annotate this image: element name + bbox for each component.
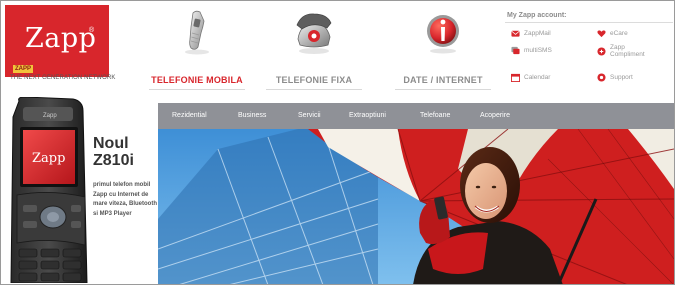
promo-title: Noul Z810i	[93, 135, 134, 169]
zapp-compliment-link[interactable]: Zapp Compliment	[597, 44, 656, 58]
nav-label: TELEFONIE FIXA	[275, 75, 353, 85]
nav-label: TELEFONIE MOBILA	[151, 75, 243, 85]
desk-phone-icon	[296, 13, 332, 54]
menu-item-business[interactable]: Business	[238, 112, 266, 119]
page-frame: Zapp ® ZAPP THE NEXT GENERATION NETWORK …	[0, 0, 675, 285]
hero-photo	[158, 129, 674, 284]
sms-icon	[511, 46, 520, 55]
logo-tagline: THE NEXT GENERATION NETWORK	[10, 75, 116, 81]
nav-divider	[395, 89, 491, 90]
promo-title-line1: Noul	[93, 135, 129, 152]
support-link[interactable]: Support	[597, 73, 633, 82]
zapp-logo[interactable]: Zapp ® ZAPP	[5, 5, 109, 77]
support-icon	[597, 73, 606, 82]
svg-text:Zapp: Zapp	[32, 151, 65, 166]
link-label: multiSMS	[524, 47, 552, 54]
nav-telefonie-fixa[interactable]: TELEFONIE FIXA	[260, 9, 368, 95]
logo-badge: ZAPP	[13, 65, 34, 73]
calendar-link[interactable]: Calendar	[511, 73, 550, 82]
menu-item-acoperire[interactable]: Acoperire	[480, 112, 510, 119]
zappmail-link[interactable]: ZappMail	[511, 29, 551, 38]
hero-banner[interactable]	[158, 129, 674, 284]
nav-label: DATE / INTERNET	[403, 75, 483, 85]
menu-item-extraoptiuni[interactable]: Extraoptiuni	[349, 112, 386, 119]
logo-wordmark: Zapp	[25, 23, 97, 54]
account-divider	[505, 22, 673, 23]
multisms-link[interactable]: multiSMS	[511, 46, 552, 55]
nav-telefonie-mobila[interactable]: TELEFONIE MOBILA	[143, 9, 251, 95]
link-label: Zapp Compliment	[610, 44, 645, 58]
menu-item-servicii[interactable]: Servicii	[298, 112, 321, 119]
calendar-icon	[511, 73, 520, 82]
link-label: Calendar	[524, 74, 551, 81]
nav-date-internet[interactable]: DATE / INTERNET	[389, 9, 497, 95]
phone-image: Zapp Zapp	[10, 97, 88, 283]
link-label: eCare	[610, 30, 628, 37]
mail-icon	[511, 30, 520, 37]
ecare-link[interactable]: eCare	[597, 29, 628, 38]
promo-description: primul telefon mobil Zapp cu Internet de…	[93, 182, 158, 217]
heart-icon	[597, 30, 606, 38]
nav-divider	[149, 89, 245, 90]
link-label: ZappMail	[524, 30, 551, 37]
registered-mark: ®	[89, 27, 95, 34]
promo-title-line2: Z810i	[93, 152, 134, 169]
main-menu-bar: Rezidential Business Servicii Extraoptiu…	[158, 103, 674, 129]
info-icon	[427, 15, 459, 54]
account-title: My Zapp account:	[507, 12, 567, 19]
nav-divider	[266, 89, 362, 90]
svg-text:Zapp: Zapp	[43, 113, 57, 119]
phone-promo[interactable]: Zapp Zapp Noul Z810i primul telefon mobi…	[5, 97, 159, 283]
compliment-icon	[597, 46, 606, 56]
menu-item-rezidential[interactable]: Rezidential	[172, 112, 207, 119]
mobile-phone-icon	[185, 10, 209, 55]
link-label: Support	[610, 74, 633, 81]
menu-item-telefoane[interactable]: Telefoane	[420, 112, 450, 119]
